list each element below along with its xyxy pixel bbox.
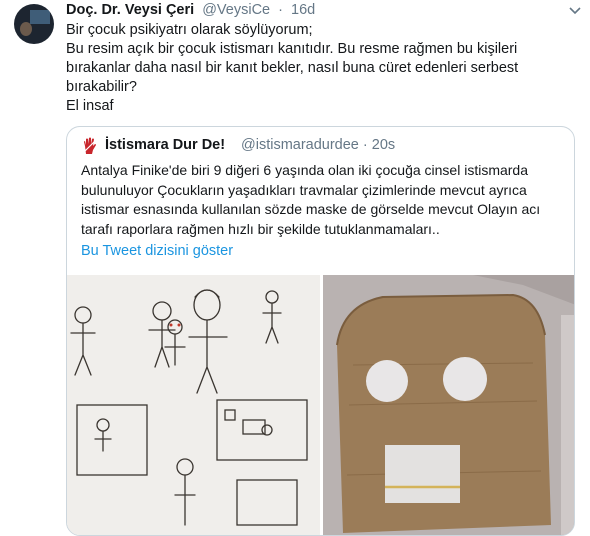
tweet-text-line: Bir çocuk psikiyatrı olarak söylüyorum;: [66, 22, 313, 38]
author-name[interactable]: Doç. Dr. Veysi Çeri: [66, 2, 194, 18]
drawing-image[interactable]: [67, 275, 320, 535]
quoted-tweet-card[interactable]: İstismara Dur De! @istismaradurdee · 20s…: [66, 126, 575, 536]
tweet-text-line: bırakanlar daha nasıl bir kanıt bekler, …: [66, 60, 519, 76]
tweet-text-line: bırakabilir?: [66, 79, 137, 95]
quoted-meta: @istismaradurdee · 20s: [241, 137, 395, 153]
quoted-time-separator: ·: [362, 137, 368, 153]
time-separator: ·: [278, 2, 283, 18]
show-thread-link[interactable]: Bu Tweet dizisini göster: [81, 243, 233, 259]
quoted-text-line: bulunuluyor Çocukların yaşadıkları travm…: [81, 182, 527, 198]
mask-image[interactable]: [323, 275, 575, 535]
quoted-author-name[interactable]: İstismara Dur De!: [105, 137, 225, 153]
quoted-text-line: istismar esnasında kullanılan sözde mask…: [81, 201, 541, 217]
tweet-time[interactable]: 16d: [291, 2, 315, 18]
author-avatar[interactable]: [14, 4, 54, 44]
tweet-text-line: Bu resim açık bir çocuk istismarı kanıtı…: [66, 41, 518, 57]
author-handle[interactable]: @VeysiCe: [202, 2, 270, 18]
quoted-text-line: tarafı raporlara rağmen hızlı bir şekild…: [81, 221, 440, 237]
hand-stop-icon: [82, 137, 98, 154]
tweet-text-line: El insaf: [66, 98, 114, 114]
quoted-text-line: Antalya Finike'de biri 9 diğeri 6 yaşınd…: [81, 162, 529, 178]
tweet-header: Doç. Dr. Veysi Çeri @VeysiCe · 16d: [66, 2, 566, 22]
quoted-author-handle[interactable]: @istismaradurdee: [241, 137, 359, 153]
quoted-time[interactable]: 20s: [372, 137, 395, 153]
chevron-down-icon[interactable]: [566, 1, 584, 19]
